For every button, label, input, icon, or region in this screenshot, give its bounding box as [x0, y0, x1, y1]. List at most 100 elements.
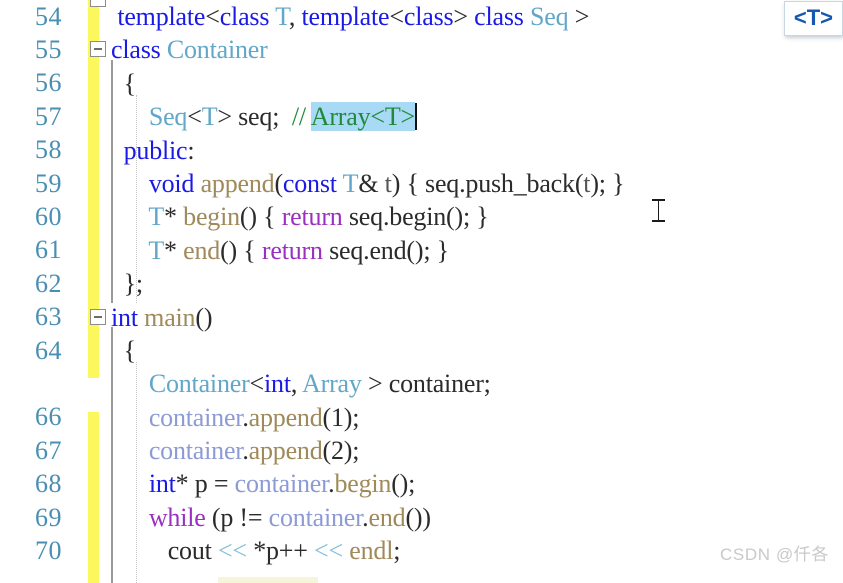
- code-token: class: [403, 2, 454, 31]
- code-line[interactable]: 56 {: [0, 67, 843, 100]
- code-token: (1);: [322, 402, 360, 432]
- fold-cell: [89, 267, 111, 300]
- code-token: container: [148, 436, 243, 466]
- indent-guide: [136, 95, 137, 303]
- code-token: *: [164, 235, 184, 265]
- code-token: };: [111, 269, 144, 299]
- code-token: :: [187, 135, 195, 165]
- code-line[interactable]: 60 T* begin() { return seq.begin(); }: [0, 200, 843, 233]
- code-line[interactable]: Container<int, Array > container;: [0, 367, 843, 400]
- fold-cell: [89, 234, 111, 267]
- code-line[interactable]: 68 int* p = container.begin();: [0, 467, 843, 500]
- code-token: {: [111, 335, 136, 365]
- code-token: ();: [391, 469, 416, 499]
- code-token: Container: [166, 35, 268, 65]
- code-text[interactable]: };: [111, 267, 843, 300]
- code-text[interactable]: int* p = container.begin();: [111, 467, 843, 500]
- code-text[interactable]: T* end() { return seq.end(); }: [111, 234, 843, 267]
- code-token: append: [248, 402, 323, 432]
- code-line[interactable]: 64 {: [0, 334, 843, 367]
- code-line[interactable]: 62 };: [0, 267, 843, 300]
- code-token: > seq;: [217, 102, 292, 132]
- code-text[interactable]: {: [111, 334, 843, 367]
- code-token: <: [187, 102, 202, 132]
- code-token: Container: [148, 369, 250, 399]
- code-editor[interactable]: 54 template<class T, template<class> cla…: [0, 0, 843, 583]
- code-token: container: [148, 402, 243, 432]
- code-line[interactable]: 66 container.append(1);: [0, 401, 843, 434]
- code-token: int: [111, 302, 138, 332]
- fold-cell: [89, 467, 111, 500]
- fold-cell: [89, 100, 111, 133]
- template-parameter-tooltip[interactable]: <T>: [783, 1, 843, 36]
- code-token: > container;: [361, 369, 491, 399]
- code-line[interactable]: 59 void append(const T& t) { seq.push_ba…: [0, 167, 843, 200]
- code-line[interactable]: 58 public:: [0, 134, 843, 167]
- code-text[interactable]: Seq<T> seq; // Array<T>: [111, 100, 843, 133]
- collapse-minus-icon[interactable]: [90, 0, 106, 7]
- line-number: 69: [35, 502, 62, 532]
- indent-guide: [136, 362, 137, 583]
- code-text[interactable]: container.append(2);: [111, 434, 843, 467]
- collapse-minus-icon[interactable]: [90, 41, 106, 58]
- collapse-minus-icon[interactable]: [90, 308, 106, 325]
- code-line[interactable]: 69 while (p != container.end()): [0, 501, 843, 534]
- code-text[interactable]: template<class T, template<class> class …: [111, 0, 843, 33]
- code-text[interactable]: public:: [111, 134, 843, 167]
- code-token: () {: [239, 202, 282, 232]
- code-line[interactable]: 57 Seq<T> seq; // Array<T>: [0, 100, 843, 133]
- code-line[interactable]: 54 template<class T, template<class> cla…: [0, 0, 843, 33]
- code-text[interactable]: {: [111, 67, 843, 100]
- code-text[interactable]: T* begin() { return seq.begin(); }: [111, 200, 843, 233]
- code-token: class: [111, 35, 161, 65]
- code-token: ); }: [590, 168, 625, 198]
- code-text[interactable]: int main(): [111, 301, 843, 334]
- code-lines[interactable]: 54 template<class T, template<class> cla…: [0, 0, 843, 568]
- code-token: return: [281, 202, 343, 232]
- code-token: (); }: [446, 202, 489, 232]
- code-text[interactable]: Container<int, Array > container;: [111, 367, 843, 400]
- line-number: 57: [35, 101, 62, 131]
- code-token: begin: [389, 202, 447, 232]
- code-line[interactable]: 61 T* end() { return seq.end(); }: [0, 234, 843, 267]
- code-line[interactable]: 55 class Container: [0, 33, 843, 66]
- fold-cell: [89, 334, 111, 367]
- code-token: //: [291, 102, 306, 132]
- fold-cell[interactable]: [89, 0, 111, 33]
- code-token: ;: [393, 536, 401, 566]
- code-line[interactable]: 67 container.append(2);: [0, 434, 843, 467]
- line-number: 64: [35, 335, 62, 365]
- fold-cell[interactable]: [89, 33, 111, 66]
- code-token: endl: [349, 536, 394, 566]
- code-token: class: [219, 2, 270, 31]
- code-line[interactable]: 63 int main(): [0, 301, 843, 334]
- code-token: seq.: [322, 235, 370, 265]
- code-text[interactable]: void append(const T& t) { seq.push_back(…: [111, 167, 843, 200]
- code-line[interactable]: 70 cout << *p++ << endl;: [0, 534, 843, 567]
- code-token: main: [144, 302, 196, 332]
- text-caret: [415, 103, 418, 131]
- code-text[interactable]: while (p != container.end()): [111, 501, 843, 534]
- fold-cell: [89, 501, 111, 534]
- code-text[interactable]: class Container: [111, 33, 843, 66]
- code-token: Seq: [530, 2, 569, 31]
- line-number: 62: [35, 268, 62, 298]
- code-token: T: [201, 102, 218, 132]
- code-token: public: [123, 135, 188, 165]
- fold-cell[interactable]: [89, 301, 111, 334]
- code-token: ,: [290, 369, 303, 399]
- code-token: return: [261, 235, 323, 265]
- code-token: end: [183, 235, 221, 265]
- code-token: template: [301, 2, 390, 31]
- code-token: begin: [334, 469, 392, 499]
- line-number: 63: [35, 302, 62, 332]
- fold-cell: [89, 401, 111, 434]
- fold-cell: [89, 134, 111, 167]
- code-text[interactable]: container.append(1);: [111, 401, 843, 434]
- fold-cell: [89, 367, 111, 400]
- tooltip-text: <T>: [793, 5, 833, 30]
